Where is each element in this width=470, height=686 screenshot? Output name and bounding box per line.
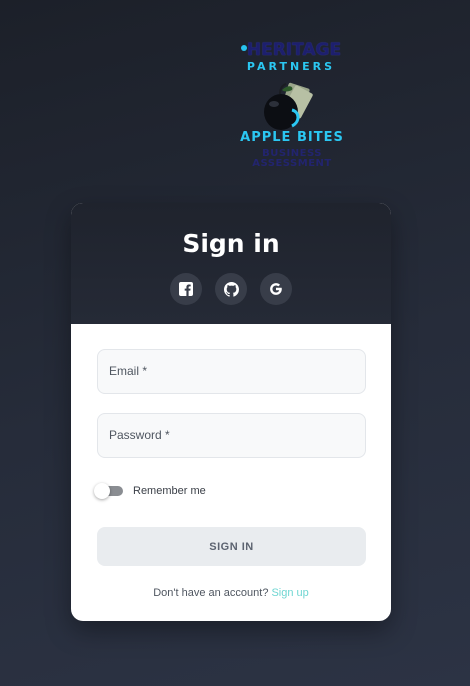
remember-me-toggle[interactable] <box>94 483 123 499</box>
page-title: Sign in <box>182 229 280 258</box>
google-icon <box>270 283 282 295</box>
email-input[interactable] <box>98 350 365 393</box>
apple-money-icon <box>264 82 313 130</box>
logo-heritage-text: HERITAGE <box>246 40 342 60</box>
remember-me-label: Remember me <box>133 485 206 497</box>
email-field[interactable]: Email * <box>97 349 366 394</box>
logo-assessment-text: BUSINESS ASSESSMENT <box>226 149 358 169</box>
sign-up-link[interactable]: Sign up <box>271 587 308 599</box>
password-input[interactable] <box>98 414 365 457</box>
password-field[interactable]: Password * <box>97 413 366 458</box>
brand-logo: HERITAGE PARTNERS APPLE BITES BUSINESS A… <box>226 40 366 175</box>
google-login-button[interactable] <box>260 273 292 305</box>
logo-assessment-word: ASSESSMENT <box>252 158 332 169</box>
logo-partners-text: PARTNERS <box>246 60 336 73</box>
signup-prompt-row: Don't have an account? Sign up <box>71 587 391 599</box>
github-icon <box>223 281 239 297</box>
signup-prompt-text: Don't have an account? <box>153 587 269 599</box>
logo-apple-bites-text: APPLE BITES <box>240 130 344 145</box>
signin-card: Sign in Email * Password * Remember me S… <box>71 203 391 621</box>
github-login-button[interactable] <box>215 273 247 305</box>
signin-card-header: Sign in <box>71 203 391 324</box>
facebook-login-button[interactable] <box>170 273 202 305</box>
sign-in-button[interactable]: SIGN IN <box>97 527 366 566</box>
social-login-group <box>71 273 391 305</box>
facebook-icon <box>179 282 193 296</box>
remember-me-row: Remember me <box>94 483 206 499</box>
remember-me-toggle-knob <box>94 483 110 499</box>
